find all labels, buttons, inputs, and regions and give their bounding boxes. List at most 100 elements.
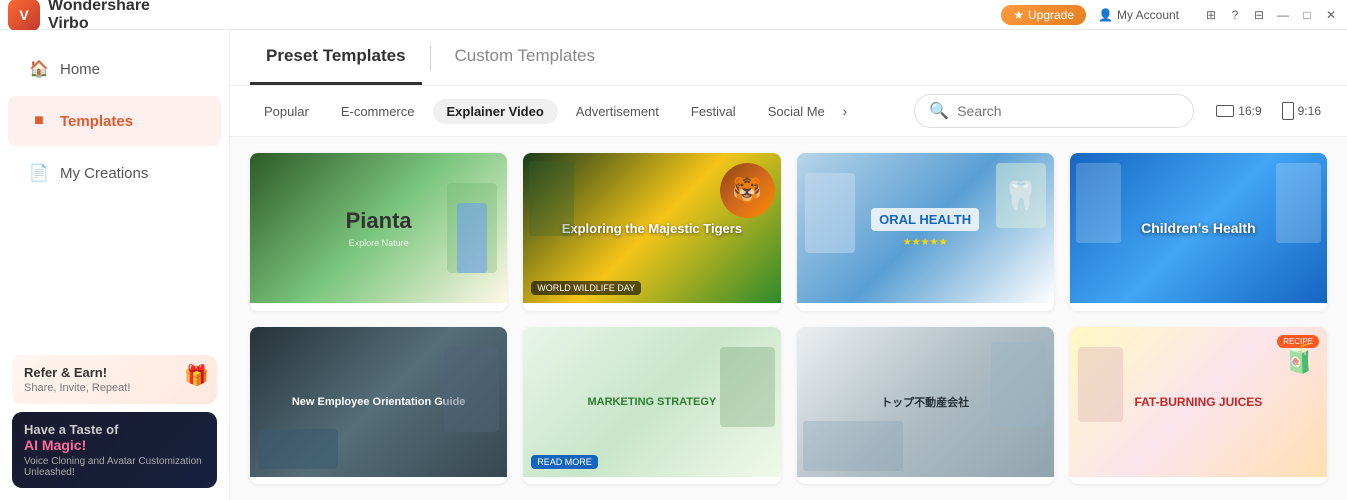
apps-icon[interactable]: ⊟: [1251, 7, 1267, 23]
filter-popular[interactable]: Popular: [250, 99, 323, 124]
search-box: 🔍: [914, 94, 1194, 128]
refer-title: Refer & Earn!: [24, 365, 205, 380]
template-card-marketing[interactable]: MARKETING STRATEGY READ MORE Marketing M…: [523, 327, 780, 485]
search-input[interactable]: [957, 103, 1157, 119]
template-thumb-5: New Employee Orientation Guide: [250, 327, 507, 477]
template-card-roar-of-majesty[interactable]: Exploring the Majestic Tigers WORLD WILD…: [523, 153, 780, 311]
template-card-onboarding[interactable]: New Employee Orientation Guide Onboardin…: [250, 327, 507, 485]
template-card-natural-world[interactable]: Pianta Explore Nature Natural World: [250, 153, 507, 311]
refer-subtitle: Share, Invite, Repeat!: [24, 382, 205, 394]
thumb-stars-3: ★★★★★: [903, 237, 948, 248]
thumb-person-3: [805, 173, 855, 253]
template-name-5: Onboarding Guide: [250, 477, 507, 485]
template-name-7: Real Estate Agents: [797, 477, 1054, 485]
sidebar: 🏠 Home ■ Templates 📄 My Creations 🎁 Refe…: [0, 30, 230, 500]
upgrade-button[interactable]: ★ Upgrade: [1001, 5, 1086, 25]
filter-advertisement[interactable]: Advertisement: [562, 99, 673, 124]
main-layout: 🏠 Home ■ Templates 📄 My Creations 🎁 Refe…: [0, 30, 1347, 500]
template-name-2: Roar of Majesty: [523, 303, 780, 311]
aspect-16-9-button[interactable]: 16:9: [1210, 100, 1267, 122]
sidebar-bottom: 🎁 Refer & Earn! Share, Invite, Repeat! H…: [0, 343, 229, 500]
filter-bar: Popular E-commerce Explainer Video Adver…: [230, 86, 1347, 137]
ai-magic-card[interactable]: Have a Taste of AI Magic! Voice Cloning …: [12, 412, 217, 488]
template-thumb-4: Children's Health: [1070, 153, 1327, 303]
minimize-button[interactable]: —: [1275, 7, 1291, 23]
upgrade-star-icon: ★: [1013, 8, 1024, 22]
thumb-person-6: [720, 347, 775, 427]
tab-divider: [430, 46, 431, 70]
thumb-title-3: ORAL HEALTH: [871, 208, 979, 231]
template-card-real-estate[interactable]: トップ不動産会社 Real Estate Agents: [797, 327, 1054, 485]
home-icon: 🏠: [28, 58, 50, 80]
app-branding: V Wondershare Virbo: [8, 0, 150, 33]
tab-custom-templates[interactable]: Custom Templates: [439, 30, 611, 85]
thumb-tiger-emoji: 🐯: [720, 163, 775, 218]
thumb-person-8: [1078, 347, 1123, 422]
thumb-tooth: 🦷: [996, 163, 1046, 228]
template-thumb-8: FAT-BURNING JUICES RECIPE 🧃: [1070, 327, 1327, 477]
sidebar-item-my-creations[interactable]: 📄 My Creations: [8, 148, 221, 198]
template-card-brushing-brilliance[interactable]: ORAL HEALTH ★★★★★ 🦷 Brushing Brilliance …: [797, 153, 1054, 311]
filter-more-button[interactable]: ›: [843, 104, 847, 119]
tab-preset-templates[interactable]: Preset Templates: [250, 30, 422, 85]
thumb-person-7: [991, 342, 1046, 427]
template-grid: Pianta Explore Nature Natural World Expl…: [230, 137, 1347, 500]
thumb-sub-1: Explore Nature: [349, 238, 409, 248]
filter-ecommerce[interactable]: E-commerce: [327, 99, 429, 124]
aspect-9-16-label: 9:16: [1298, 104, 1321, 118]
filter-explainer-video[interactable]: Explainer Video: [433, 99, 558, 124]
sidebar-nav: 🏠 Home ■ Templates 📄 My Creations: [0, 30, 229, 343]
thumb-title-4: Children's Health: [1141, 220, 1256, 236]
thumb-tiger-circle: 🐯: [720, 163, 775, 218]
template-thumb-6: MARKETING STRATEGY READ MORE: [523, 327, 780, 477]
templates-icon: ■: [28, 110, 50, 132]
thumb-title-8: FAT-BURNING JUICES: [1134, 395, 1262, 409]
template-thumb-7: トップ不動産会社: [797, 327, 1054, 477]
help-icon[interactable]: ?: [1227, 7, 1243, 23]
template-name-1: Natural World: [250, 303, 507, 311]
account-icon: 👤: [1098, 8, 1113, 22]
portrait-icon: [1282, 102, 1294, 120]
app-name-line1: Wondershare: [48, 0, 150, 15]
thumb-title-7: トップ不動産会社: [881, 394, 969, 410]
sidebar-item-home[interactable]: 🏠 Home: [8, 44, 221, 94]
sidebar-item-my-creations-label: My Creations: [60, 165, 148, 182]
thumb-title-2: Exploring the Majestic Tigers: [554, 221, 750, 236]
thumb-juice-8: 🧃: [1282, 342, 1317, 375]
filter-festival[interactable]: Festival: [677, 99, 750, 124]
search-icon: 🔍: [929, 101, 949, 121]
landscape-icon: [1216, 105, 1234, 117]
thumb-building-5: [258, 429, 338, 469]
thumb-person-4b: [1276, 163, 1321, 243]
tabs-bar: Preset Templates Custom Templates: [230, 30, 1347, 86]
aspect-9-16-button[interactable]: 9:16: [1276, 98, 1327, 124]
refer-earn-card[interactable]: 🎁 Refer & Earn! Share, Invite, Repeat!: [12, 355, 217, 404]
thumb-title-6: MARKETING STRATEGY: [588, 396, 717, 408]
refer-emoji: 🎁: [184, 363, 209, 388]
sidebar-item-templates[interactable]: ■ Templates: [8, 96, 221, 146]
ai-magic-highlight: AI Magic!: [24, 437, 205, 453]
window-controls: ⊞ ? ⊟ — □ ✕: [1203, 7, 1339, 23]
ai-magic-subtitle: Voice Cloning and Avatar Customization U…: [24, 456, 205, 478]
title-bar-actions: ★ Upgrade 👤 My Account ⊞ ? ⊟ — □ ✕: [1001, 5, 1339, 25]
filter-social-me[interactable]: Social Me: [754, 99, 839, 124]
thumb-interior-7: [803, 421, 903, 471]
template-thumb-3: ORAL HEALTH ★★★★★ 🦷: [797, 153, 1054, 303]
template-name-6: Marketing Mastery Horizontal: [523, 477, 780, 485]
my-account-button[interactable]: 👤 My Account: [1098, 8, 1179, 22]
thumb-badge-6: READ MORE: [531, 455, 598, 469]
template-thumb-1: Pianta Explore Nature: [250, 153, 507, 303]
thumb-person-4a: [1076, 163, 1121, 243]
thumb-person-2: [529, 161, 574, 236]
close-button[interactable]: ✕: [1323, 7, 1339, 23]
template-card-oral-health[interactable]: Children's Health Oral Health: [1070, 153, 1327, 311]
app-name: Wondershare Virbo: [48, 0, 150, 33]
thumb-person-5: [444, 347, 499, 432]
template-card-fat-loss-juice[interactable]: FAT-BURNING JUICES RECIPE 🧃 Fat Loss Jui…: [1070, 327, 1327, 485]
maximize-button[interactable]: □: [1299, 7, 1315, 23]
home-window-icon[interactable]: ⊞: [1203, 7, 1219, 23]
aspect-ratio-controls: 16:9 9:16: [1210, 98, 1327, 124]
template-name-3: Brushing Brilliance Unleashed: [797, 303, 1054, 311]
thumb-figure-1: [457, 203, 487, 273]
sidebar-item-home-label: Home: [60, 61, 100, 78]
